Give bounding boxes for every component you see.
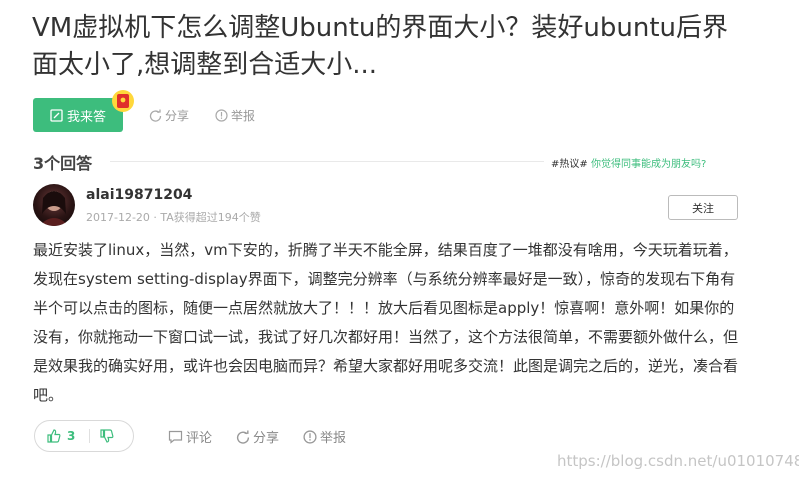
hot-tag-label: #热议# (551, 159, 588, 170)
answer-report-button[interactable]: 举报 (303, 427, 346, 446)
answer-share-label: 分享 (253, 431, 280, 446)
hot-topic-question: 你觉得同事能成为朋友吗? (590, 159, 707, 170)
divider (110, 161, 544, 162)
avatar[interactable] (33, 184, 75, 226)
report-label: 举报 (231, 108, 256, 123)
watermark: https://blog.csdn.net/u010107481 (557, 452, 799, 470)
answer-username[interactable]: alai19871204 (86, 187, 192, 203)
share-icon (149, 109, 162, 122)
like-button[interactable]: 3 (47, 429, 75, 443)
share-button[interactable]: 分享 (149, 107, 189, 124)
answer-button[interactable]: 我来答 (33, 90, 134, 132)
like-count: 3 (67, 429, 76, 443)
vote-divider (89, 429, 91, 443)
vote-control: 3 (34, 420, 134, 452)
answer-button-label: 我来答 (66, 109, 106, 125)
answers-count: 3个回答 (33, 154, 93, 173)
answer-report-label: 举报 (320, 431, 347, 446)
answer-actions: 评论 分享 举报 (168, 427, 346, 446)
dislike-button[interactable] (100, 429, 114, 443)
report-button[interactable]: 举报 (215, 107, 255, 124)
follow-button[interactable]: 关注 (668, 195, 738, 220)
report-icon (215, 108, 228, 122)
question-title: VM虚拟机下怎么调整Ubuntu的界面大小？装好ubuntu后界面太小了,想调整… (32, 13, 728, 80)
answer-meta: 2017-12-20 · TA获得超过194个赞 (86, 211, 261, 224)
thumbs-up-icon (47, 429, 61, 443)
hot-topic-link[interactable]: #热议# 你觉得同事能成为朋友吗? (551, 155, 706, 170)
red-envelope-icon (111, 89, 135, 113)
question-actions: 我来答 分享 举报 (33, 90, 255, 132)
pen-icon (50, 108, 63, 122)
report-icon (303, 429, 317, 444)
share-label: 分享 (165, 108, 190, 123)
comment-label: 评论 (186, 431, 213, 446)
comment-button[interactable]: 评论 (168, 427, 212, 446)
answer-text: 最近安装了linux，当然，vm下安的，折腾了半天不能全屏，结果百度了一堆都没有… (33, 241, 739, 404)
thumbs-down-icon (100, 429, 114, 443)
answer-share-button[interactable]: 分享 (236, 427, 279, 446)
share-icon (236, 430, 250, 444)
comment-icon (168, 430, 183, 444)
